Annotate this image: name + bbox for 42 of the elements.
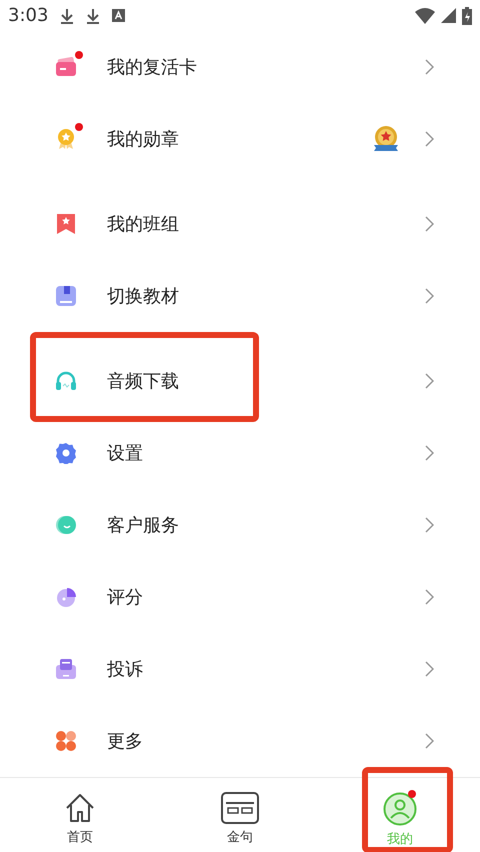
user-icon	[383, 792, 417, 826]
menu-item[interactable]: 我的勋章	[0, 103, 480, 175]
menu-item[interactable]: 评分	[0, 561, 480, 633]
keyboard-icon	[112, 9, 126, 22]
wifi-icon	[415, 8, 435, 24]
nav-tab[interactable]: 金句	[160, 778, 320, 852]
menu-item[interactable]: 设置	[0, 417, 480, 489]
signal-icon	[441, 8, 456, 23]
home-icon	[64, 792, 96, 824]
menu-item[interactable]: 客户服务	[0, 489, 480, 561]
menu-item[interactable]: 我的班组	[0, 188, 480, 260]
headphones-icon	[55, 370, 77, 392]
menu-item[interactable]: 我的复活卡	[0, 31, 480, 103]
card-icon	[55, 56, 77, 78]
settings-icon	[55, 442, 77, 464]
inbox-icon	[55, 658, 77, 680]
chevron-right-icon	[425, 131, 434, 147]
book-icon	[55, 285, 77, 307]
chevron-right-icon	[425, 216, 434, 232]
menu-item[interactable]: 投诉	[0, 633, 480, 705]
chevron-right-icon	[425, 445, 434, 461]
download-icon	[60, 8, 74, 24]
award-icon	[55, 128, 77, 150]
nav-tab[interactable]: 首页	[0, 778, 160, 852]
menu-item[interactable]: 音频下载	[0, 345, 480, 417]
status-time: 3:03	[8, 5, 48, 26]
battery-icon	[462, 6, 472, 24]
card-icon	[221, 792, 259, 824]
chevron-right-icon	[425, 288, 434, 304]
pie-chart-icon	[55, 586, 77, 608]
chat-icon	[55, 514, 77, 536]
menu-item[interactable]: 切换教材	[0, 260, 480, 332]
download-icon	[86, 8, 100, 24]
bookmark-icon	[55, 213, 77, 235]
menu-item[interactable]: 更多	[0, 705, 480, 777]
chevron-right-icon	[425, 733, 434, 749]
chevron-right-icon	[425, 373, 434, 389]
grid-icon	[55, 730, 77, 752]
chevron-right-icon	[425, 517, 434, 533]
chevron-right-icon	[425, 589, 434, 605]
chevron-right-icon	[425, 59, 434, 75]
chevron-right-icon	[425, 661, 434, 677]
